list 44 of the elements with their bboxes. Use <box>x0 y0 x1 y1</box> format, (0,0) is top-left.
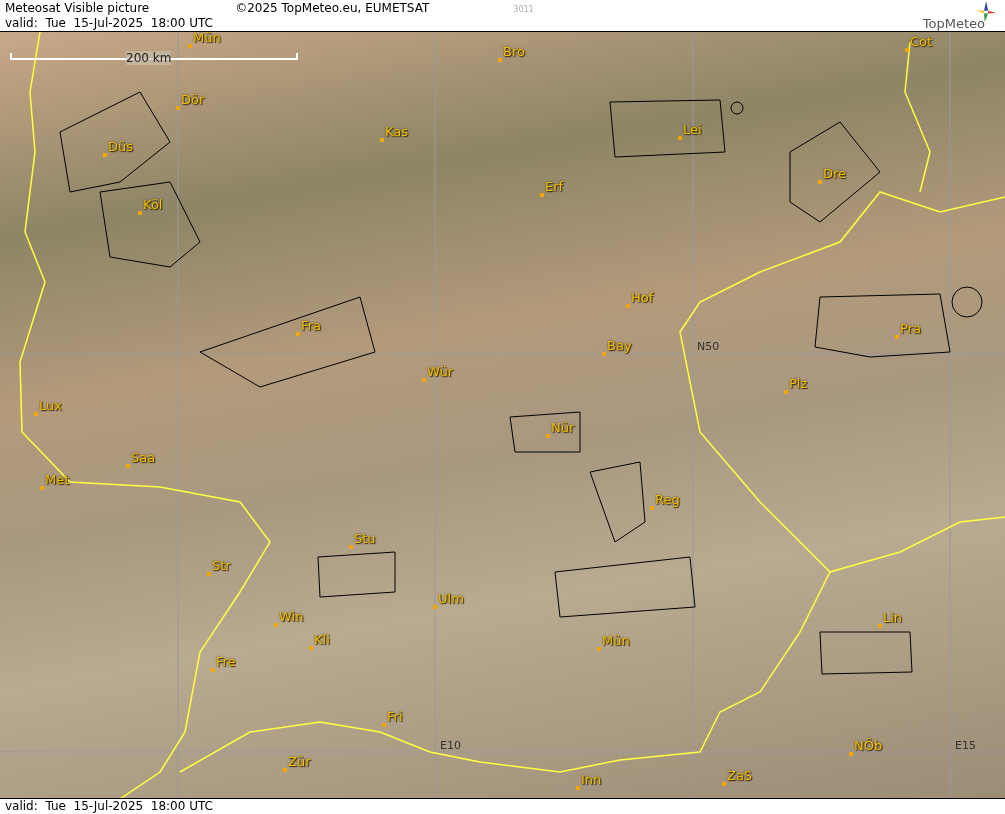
grid-label: E15 <box>955 739 976 752</box>
city-label: Ulm <box>438 592 464 606</box>
city-label: Hof <box>631 291 654 305</box>
city-label: Fra <box>301 319 321 333</box>
grid-label: E10 <box>440 739 461 752</box>
scale-label: 200 km <box>126 51 172 65</box>
city-label: Zür <box>288 755 311 769</box>
city-label: ZaS <box>727 769 753 783</box>
image-code: 3011 <box>513 5 534 14</box>
city-label: Win <box>279 610 304 624</box>
city-label: Köl <box>143 198 163 212</box>
city-label: Met <box>45 473 70 487</box>
city-label: Reg <box>655 493 680 507</box>
city-label: Saa <box>131 451 156 465</box>
city-label: Dör <box>181 93 205 107</box>
city-label: Fri <box>387 710 403 724</box>
city-label: Cot <box>910 35 933 49</box>
city-label: Bro <box>503 45 525 59</box>
city-label: Lin <box>883 611 903 625</box>
city-label: Stu <box>354 532 376 546</box>
valid-time: valid: Tue 15-Jul-2025 18:00 UTC <box>5 799 213 814</box>
city-label: NÖb <box>854 739 883 753</box>
logo-text: TopMeteo <box>922 16 985 31</box>
city-label: Kas <box>385 125 409 139</box>
city-label: Pra <box>900 322 921 336</box>
city-label: Erf <box>545 180 564 194</box>
city-label: Fre <box>216 655 236 669</box>
city-label: Dre <box>823 167 847 181</box>
valid-time: valid: Tue 15-Jul-2025 18:00 UTC <box>5 16 214 31</box>
city-label: Inn <box>581 773 602 787</box>
city-label: Lei <box>683 123 702 137</box>
city-label: Düs <box>108 140 134 154</box>
grid-label: N50 <box>697 340 720 353</box>
city-label: Lux <box>39 399 62 413</box>
city-label: Str <box>212 559 231 573</box>
city-label: Bay <box>607 339 632 353</box>
city-label: Nür <box>551 421 575 435</box>
city-label: Kli <box>314 633 330 647</box>
city-label: Plz <box>789 377 808 391</box>
image-title: Meteosat Visible picture <box>5 1 150 16</box>
city-label: Mün <box>602 634 630 648</box>
copyright-text: ©2025 TopMeteo.eu, EUMETSAT <box>235 1 430 16</box>
city-label: Mün <box>193 32 221 45</box>
city-label: Wür <box>427 365 453 379</box>
